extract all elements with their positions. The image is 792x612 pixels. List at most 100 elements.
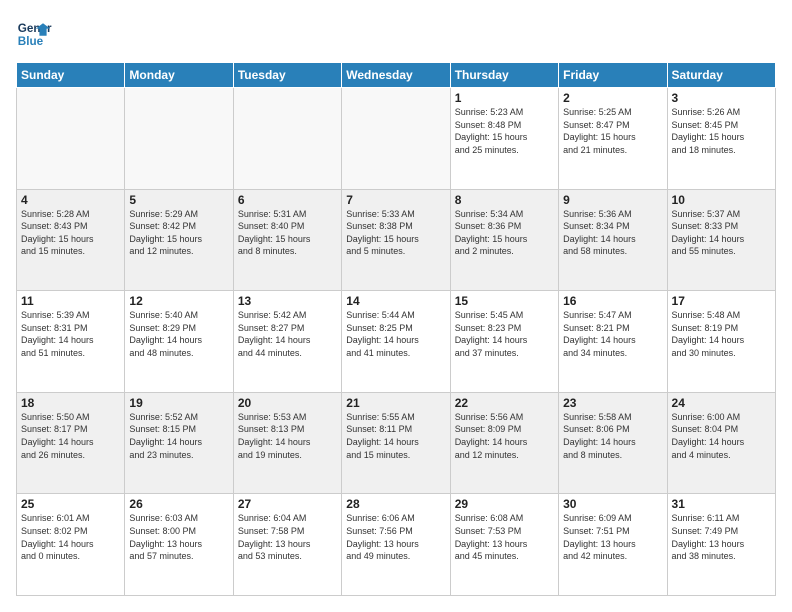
page: General Blue SundayMondayTuesdayWednesda… bbox=[0, 0, 792, 612]
calendar-cell-4-1: 18Sunrise: 5:50 AM Sunset: 8:17 PM Dayli… bbox=[17, 392, 125, 494]
day-number: 6 bbox=[238, 193, 337, 207]
day-info: Sunrise: 5:37 AM Sunset: 8:33 PM Dayligh… bbox=[672, 208, 771, 258]
calendar-cell-2-3: 6Sunrise: 5:31 AM Sunset: 8:40 PM Daylig… bbox=[233, 189, 341, 291]
calendar-cell-2-7: 10Sunrise: 5:37 AM Sunset: 8:33 PM Dayli… bbox=[667, 189, 775, 291]
day-number: 10 bbox=[672, 193, 771, 207]
calendar-week-3: 11Sunrise: 5:39 AM Sunset: 8:31 PM Dayli… bbox=[17, 291, 776, 393]
day-number: 15 bbox=[455, 294, 554, 308]
calendar-week-4: 18Sunrise: 5:50 AM Sunset: 8:17 PM Dayli… bbox=[17, 392, 776, 494]
day-info: Sunrise: 5:50 AM Sunset: 8:17 PM Dayligh… bbox=[21, 411, 120, 461]
day-info: Sunrise: 5:28 AM Sunset: 8:43 PM Dayligh… bbox=[21, 208, 120, 258]
calendar-cell-5-2: 26Sunrise: 6:03 AM Sunset: 8:00 PM Dayli… bbox=[125, 494, 233, 596]
calendar-table: SundayMondayTuesdayWednesdayThursdayFrid… bbox=[16, 62, 776, 596]
day-number: 18 bbox=[21, 396, 120, 410]
logo: General Blue bbox=[16, 16, 52, 52]
day-info: Sunrise: 5:31 AM Sunset: 8:40 PM Dayligh… bbox=[238, 208, 337, 258]
calendar-cell-1-6: 2Sunrise: 5:25 AM Sunset: 8:47 PM Daylig… bbox=[559, 88, 667, 190]
day-info: Sunrise: 5:53 AM Sunset: 8:13 PM Dayligh… bbox=[238, 411, 337, 461]
calendar-week-2: 4Sunrise: 5:28 AM Sunset: 8:43 PM Daylig… bbox=[17, 189, 776, 291]
calendar-cell-5-6: 30Sunrise: 6:09 AM Sunset: 7:51 PM Dayli… bbox=[559, 494, 667, 596]
day-number: 8 bbox=[455, 193, 554, 207]
day-info: Sunrise: 5:25 AM Sunset: 8:47 PM Dayligh… bbox=[563, 106, 662, 156]
calendar-cell-1-1 bbox=[17, 88, 125, 190]
day-info: Sunrise: 6:09 AM Sunset: 7:51 PM Dayligh… bbox=[563, 512, 662, 562]
day-info: Sunrise: 6:03 AM Sunset: 8:00 PM Dayligh… bbox=[129, 512, 228, 562]
calendar-cell-5-7: 31Sunrise: 6:11 AM Sunset: 7:49 PM Dayli… bbox=[667, 494, 775, 596]
day-info: Sunrise: 5:23 AM Sunset: 8:48 PM Dayligh… bbox=[455, 106, 554, 156]
calendar-cell-4-5: 22Sunrise: 5:56 AM Sunset: 8:09 PM Dayli… bbox=[450, 392, 558, 494]
day-number: 9 bbox=[563, 193, 662, 207]
weekday-header-tuesday: Tuesday bbox=[233, 63, 341, 88]
day-info: Sunrise: 5:44 AM Sunset: 8:25 PM Dayligh… bbox=[346, 309, 445, 359]
day-info: Sunrise: 5:40 AM Sunset: 8:29 PM Dayligh… bbox=[129, 309, 228, 359]
svg-text:General: General bbox=[18, 22, 52, 35]
weekday-header-monday: Monday bbox=[125, 63, 233, 88]
day-number: 26 bbox=[129, 497, 228, 511]
weekday-header-wednesday: Wednesday bbox=[342, 63, 450, 88]
day-info: Sunrise: 5:56 AM Sunset: 8:09 PM Dayligh… bbox=[455, 411, 554, 461]
calendar-cell-1-3 bbox=[233, 88, 341, 190]
day-info: Sunrise: 5:33 AM Sunset: 8:38 PM Dayligh… bbox=[346, 208, 445, 258]
calendar-cell-1-4 bbox=[342, 88, 450, 190]
calendar-cell-2-6: 9Sunrise: 5:36 AM Sunset: 8:34 PM Daylig… bbox=[559, 189, 667, 291]
day-info: Sunrise: 5:52 AM Sunset: 8:15 PM Dayligh… bbox=[129, 411, 228, 461]
calendar-cell-1-5: 1Sunrise: 5:23 AM Sunset: 8:48 PM Daylig… bbox=[450, 88, 558, 190]
calendar-cell-5-3: 27Sunrise: 6:04 AM Sunset: 7:58 PM Dayli… bbox=[233, 494, 341, 596]
day-number: 30 bbox=[563, 497, 662, 511]
day-number: 19 bbox=[129, 396, 228, 410]
day-number: 2 bbox=[563, 91, 662, 105]
day-number: 5 bbox=[129, 193, 228, 207]
svg-text:Blue: Blue bbox=[18, 35, 44, 48]
day-number: 25 bbox=[21, 497, 120, 511]
day-info: Sunrise: 5:58 AM Sunset: 8:06 PM Dayligh… bbox=[563, 411, 662, 461]
day-number: 11 bbox=[21, 294, 120, 308]
day-number: 29 bbox=[455, 497, 554, 511]
day-info: Sunrise: 5:42 AM Sunset: 8:27 PM Dayligh… bbox=[238, 309, 337, 359]
calendar-week-1: 1Sunrise: 5:23 AM Sunset: 8:48 PM Daylig… bbox=[17, 88, 776, 190]
calendar-cell-3-6: 16Sunrise: 5:47 AM Sunset: 8:21 PM Dayli… bbox=[559, 291, 667, 393]
day-number: 12 bbox=[129, 294, 228, 308]
day-info: Sunrise: 6:01 AM Sunset: 8:02 PM Dayligh… bbox=[21, 512, 120, 562]
day-info: Sunrise: 6:00 AM Sunset: 8:04 PM Dayligh… bbox=[672, 411, 771, 461]
day-number: 20 bbox=[238, 396, 337, 410]
calendar-cell-2-1: 4Sunrise: 5:28 AM Sunset: 8:43 PM Daylig… bbox=[17, 189, 125, 291]
weekday-header-row: SundayMondayTuesdayWednesdayThursdayFrid… bbox=[17, 63, 776, 88]
calendar-cell-4-6: 23Sunrise: 5:58 AM Sunset: 8:06 PM Dayli… bbox=[559, 392, 667, 494]
day-info: Sunrise: 5:55 AM Sunset: 8:11 PM Dayligh… bbox=[346, 411, 445, 461]
day-number: 4 bbox=[21, 193, 120, 207]
day-number: 7 bbox=[346, 193, 445, 207]
header: General Blue bbox=[16, 16, 776, 52]
day-number: 28 bbox=[346, 497, 445, 511]
day-number: 31 bbox=[672, 497, 771, 511]
calendar-cell-1-2 bbox=[125, 88, 233, 190]
day-number: 23 bbox=[563, 396, 662, 410]
calendar-cell-2-4: 7Sunrise: 5:33 AM Sunset: 8:38 PM Daylig… bbox=[342, 189, 450, 291]
weekday-header-saturday: Saturday bbox=[667, 63, 775, 88]
calendar-cell-5-4: 28Sunrise: 6:06 AM Sunset: 7:56 PM Dayli… bbox=[342, 494, 450, 596]
calendar-cell-3-5: 15Sunrise: 5:45 AM Sunset: 8:23 PM Dayli… bbox=[450, 291, 558, 393]
day-number: 21 bbox=[346, 396, 445, 410]
calendar-cell-5-5: 29Sunrise: 6:08 AM Sunset: 7:53 PM Dayli… bbox=[450, 494, 558, 596]
weekday-header-sunday: Sunday bbox=[17, 63, 125, 88]
day-info: Sunrise: 5:34 AM Sunset: 8:36 PM Dayligh… bbox=[455, 208, 554, 258]
day-info: Sunrise: 6:08 AM Sunset: 7:53 PM Dayligh… bbox=[455, 512, 554, 562]
logo-icon: General Blue bbox=[16, 16, 52, 52]
calendar-cell-5-1: 25Sunrise: 6:01 AM Sunset: 8:02 PM Dayli… bbox=[17, 494, 125, 596]
day-info: Sunrise: 5:36 AM Sunset: 8:34 PM Dayligh… bbox=[563, 208, 662, 258]
day-info: Sunrise: 5:45 AM Sunset: 8:23 PM Dayligh… bbox=[455, 309, 554, 359]
day-info: Sunrise: 6:11 AM Sunset: 7:49 PM Dayligh… bbox=[672, 512, 771, 562]
calendar-cell-2-2: 5Sunrise: 5:29 AM Sunset: 8:42 PM Daylig… bbox=[125, 189, 233, 291]
day-number: 14 bbox=[346, 294, 445, 308]
day-info: Sunrise: 5:26 AM Sunset: 8:45 PM Dayligh… bbox=[672, 106, 771, 156]
day-info: Sunrise: 6:06 AM Sunset: 7:56 PM Dayligh… bbox=[346, 512, 445, 562]
day-number: 1 bbox=[455, 91, 554, 105]
day-number: 24 bbox=[672, 396, 771, 410]
day-info: Sunrise: 5:48 AM Sunset: 8:19 PM Dayligh… bbox=[672, 309, 771, 359]
day-number: 13 bbox=[238, 294, 337, 308]
calendar-cell-4-3: 20Sunrise: 5:53 AM Sunset: 8:13 PM Dayli… bbox=[233, 392, 341, 494]
day-number: 17 bbox=[672, 294, 771, 308]
day-info: Sunrise: 6:04 AM Sunset: 7:58 PM Dayligh… bbox=[238, 512, 337, 562]
calendar-cell-3-4: 14Sunrise: 5:44 AM Sunset: 8:25 PM Dayli… bbox=[342, 291, 450, 393]
calendar-cell-3-2: 12Sunrise: 5:40 AM Sunset: 8:29 PM Dayli… bbox=[125, 291, 233, 393]
calendar-cell-3-7: 17Sunrise: 5:48 AM Sunset: 8:19 PM Dayli… bbox=[667, 291, 775, 393]
